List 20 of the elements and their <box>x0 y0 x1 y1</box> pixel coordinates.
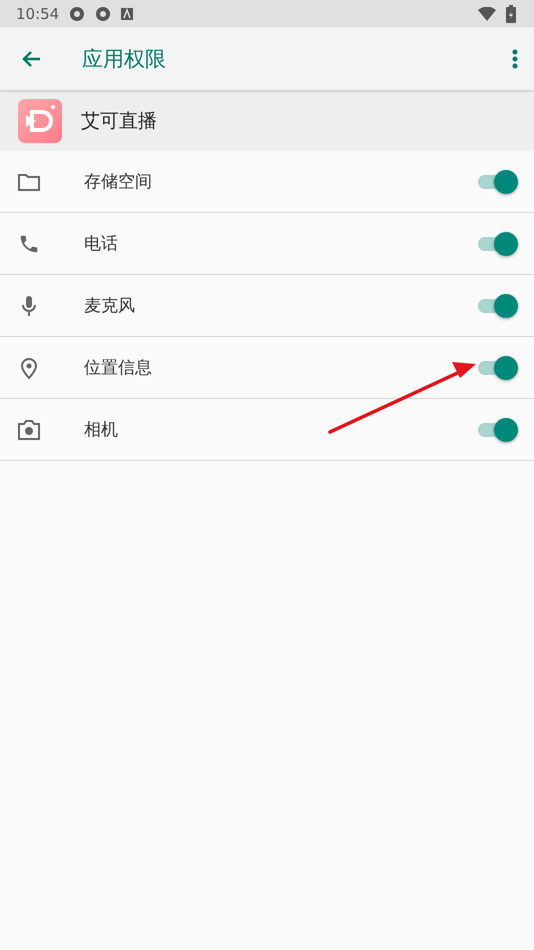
folder-icon <box>18 172 40 190</box>
microphone-icon <box>20 294 38 316</box>
permission-label: 电话 <box>84 233 119 255</box>
page-title: 应用权限 <box>82 46 166 72</box>
permission-label: 麦克风 <box>84 295 136 317</box>
more-options-button[interactable] <box>510 46 520 70</box>
battery-icon <box>506 4 516 22</box>
app-name: 艾可直播 <box>81 108 157 134</box>
status-time: 10:54 <box>16 4 60 22</box>
more-vertical-icon <box>512 48 518 68</box>
notification-icon <box>69 6 86 22</box>
permission-label: 存储空间 <box>84 171 153 193</box>
camera-icon <box>18 420 40 440</box>
keyboard-icon <box>121 8 134 20</box>
permission-label: 相机 <box>84 419 119 441</box>
location-pin-icon <box>20 356 38 378</box>
wifi-icon <box>478 6 496 20</box>
permission-label: 位置信息 <box>84 357 153 379</box>
notification-icon <box>95 6 112 22</box>
app-icon <box>18 98 62 142</box>
